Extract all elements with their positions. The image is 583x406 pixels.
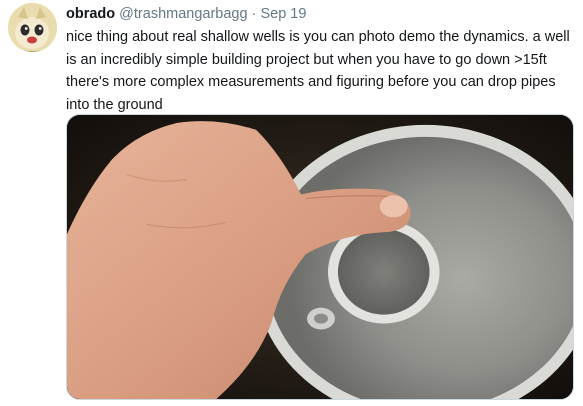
- author-handle[interactable]: @trashmangarbagg: [119, 6, 247, 22]
- tweet-header: obrado @trashmangarbagg · Sep 19: [66, 5, 306, 23]
- tweet[interactable]: obrado @trashmangarbagg · Sep 19 nice th…: [0, 0, 583, 406]
- author-avatar[interactable]: [8, 3, 57, 52]
- pipe-photo-image: [67, 115, 573, 399]
- header-separator: ·: [251, 6, 257, 22]
- cartoon-avatar-icon: [8, 3, 57, 52]
- tweet-text: nice thing about real shallow wells is y…: [66, 29, 570, 113]
- author-name[interactable]: obrado: [66, 6, 115, 22]
- tweet-media[interactable]: [66, 114, 574, 400]
- tweet-date[interactable]: Sep 19: [260, 6, 306, 22]
